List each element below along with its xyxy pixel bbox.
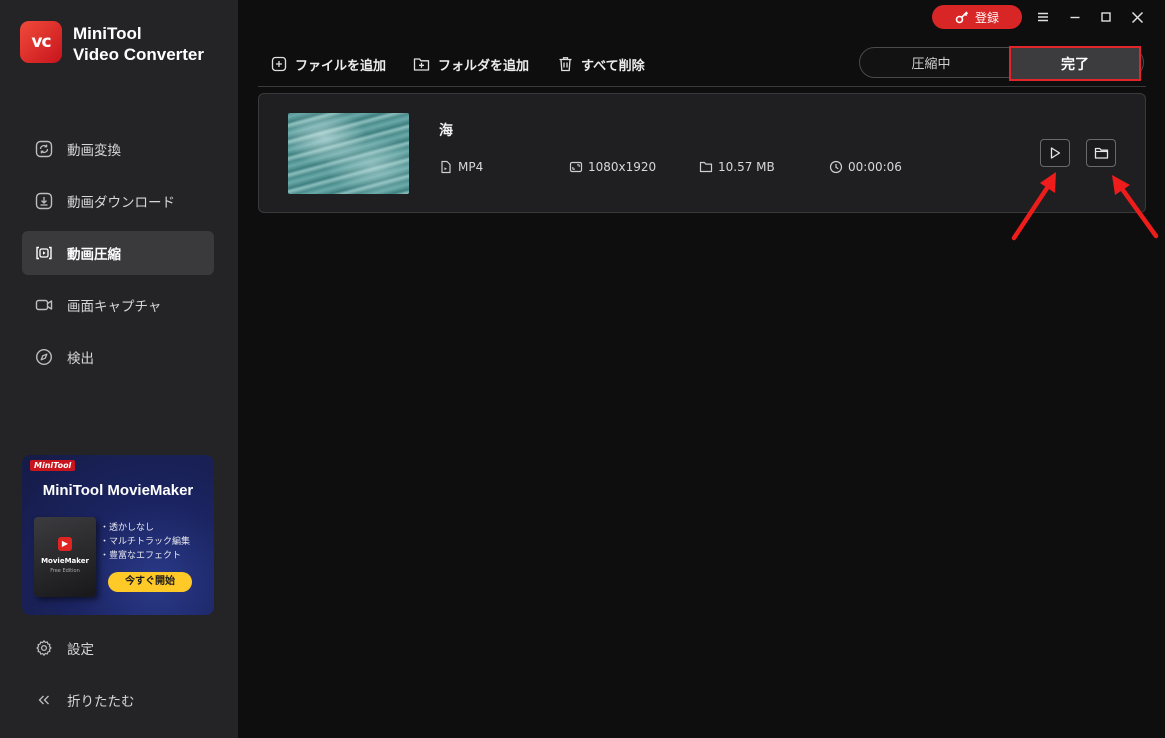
tab-compressing[interactable]: 圧縮中: [860, 48, 1002, 77]
maximize-icon: [1101, 12, 1111, 22]
arrow-annotation-folder: [1112, 175, 1159, 239]
clock-icon: [829, 160, 843, 174]
promo-badge: MiniTool: [30, 460, 76, 471]
sidebar-item-label: 動画変換: [67, 143, 121, 159]
sidebar-item-download[interactable]: 動画ダウンロード: [22, 179, 214, 223]
folder-icon: [699, 161, 713, 173]
file-duration: 00:00:06: [829, 158, 902, 176]
video-thumbnail: [288, 113, 409, 194]
file-format: MP4: [439, 158, 483, 176]
file-size: 10.57 MB: [699, 158, 775, 176]
sidebar-item-compress[interactable]: 動画圧縮: [22, 231, 214, 275]
double-chevron-left-icon: [38, 695, 49, 705]
menu-button[interactable]: [1034, 8, 1052, 26]
gear-icon: [36, 640, 52, 656]
sidebar-item-discover[interactable]: 検出: [22, 335, 214, 379]
folder-icon: [1094, 147, 1108, 159]
sidebar: vc MiniTool Video Converter 動画変換 動画ダウンロー…: [0, 0, 238, 738]
moviemaker-box-image: ▶ MovieMaker Free Edition: [34, 517, 96, 597]
promo-title: MiniTool MovieMaker: [42, 482, 194, 499]
key-icon: [955, 11, 969, 24]
sidebar-item-label: 動画圧縮: [67, 247, 121, 263]
file-resolution: 1080x1920: [569, 158, 656, 176]
add-square-icon: [271, 56, 287, 72]
play-button[interactable]: [1040, 139, 1070, 167]
close-icon: [1131, 11, 1143, 23]
app-title: MiniTool Video Converter: [73, 24, 205, 64]
open-folder-button[interactable]: [1086, 139, 1116, 167]
close-button[interactable]: [1128, 8, 1146, 26]
promo-start-button[interactable]: 今すぐ開始: [108, 572, 192, 592]
convert-icon: [35, 140, 53, 158]
sidebar-item-label: 画面キャプチャ: [67, 299, 162, 315]
moviemaker-promo-banner[interactable]: MiniTool MiniTool MovieMaker ▶ MovieMake…: [22, 455, 214, 615]
compass-icon: [35, 348, 53, 366]
promo-features: ・透かしなし ・マルチトラック編集 ・豊富なエフェクト: [100, 523, 191, 561]
trash-icon: [559, 57, 572, 72]
maximize-button[interactable]: [1097, 8, 1115, 26]
compress-icon: [36, 246, 52, 260]
minimize-icon: [1070, 16, 1080, 19]
toolbar-divider: [258, 86, 1146, 87]
add-file-button[interactable]: ファイルを追加: [271, 54, 386, 74]
delete-all-button[interactable]: すべて削除: [558, 54, 645, 74]
settings-label: 設定: [67, 642, 94, 658]
moviemaker-icon: ▶: [58, 537, 72, 551]
app-logo: vc: [20, 21, 62, 63]
sidebar-item-label: 動画ダウンロード: [67, 195, 175, 211]
play-icon: [1050, 147, 1061, 159]
add-folder-button[interactable]: フォルダを追加: [413, 54, 529, 74]
hamburger-menu-icon: [1038, 12, 1048, 22]
minimize-button[interactable]: [1066, 8, 1084, 26]
tab-done[interactable]: 完了: [1009, 46, 1141, 81]
settings-button[interactable]: 設定: [22, 626, 214, 670]
collapse-label: 折りたたむ: [67, 694, 135, 710]
sidebar-item-screen-capture[interactable]: 画面キャプチャ: [22, 283, 214, 327]
sidebar-item-label: 検出: [67, 351, 94, 367]
register-button[interactable]: 登録: [932, 5, 1022, 29]
collapse-sidebar-button[interactable]: 折りたたむ: [22, 678, 214, 722]
camera-icon: [35, 299, 53, 311]
arrow-annotation-play: [1011, 172, 1056, 241]
add-folder-icon: [413, 58, 430, 71]
file-name: 海: [439, 123, 453, 139]
file-format-icon: [441, 160, 451, 174]
sidebar-item-convert[interactable]: 動画変換: [22, 127, 214, 171]
resolution-icon: [569, 161, 583, 173]
download-icon: [35, 192, 53, 210]
